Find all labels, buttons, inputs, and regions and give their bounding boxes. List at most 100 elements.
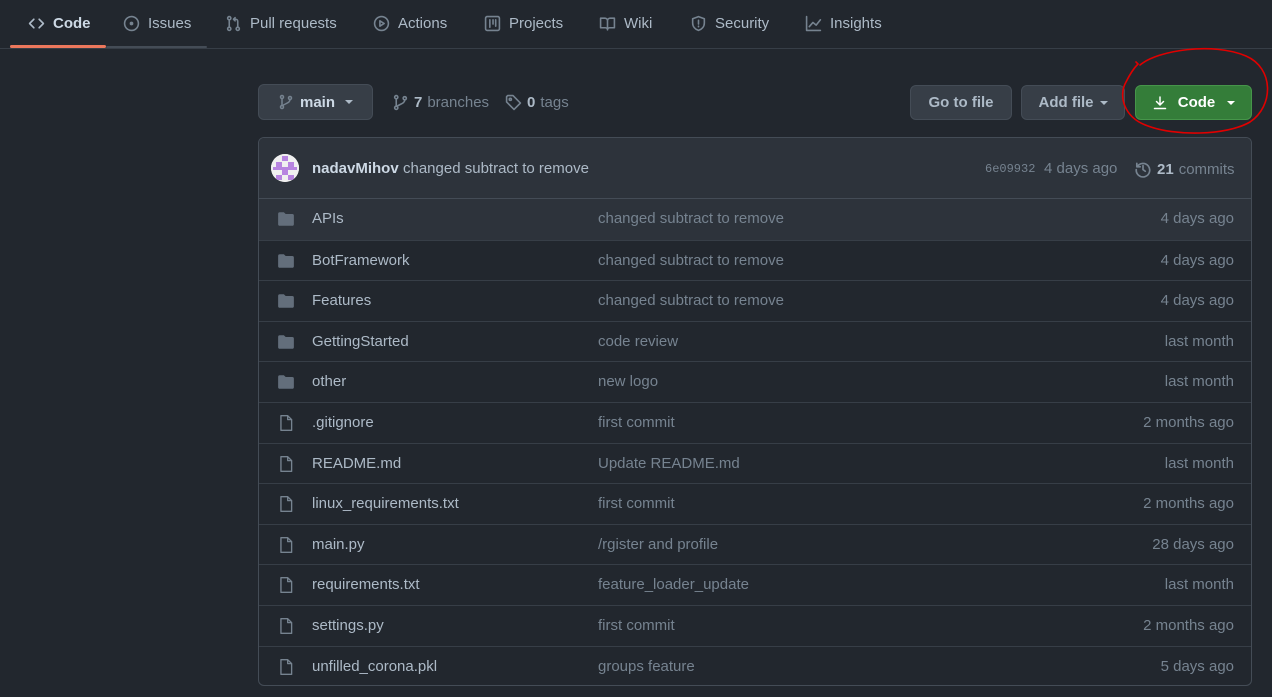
- file-name-link[interactable]: requirements.txt: [312, 576, 420, 593]
- branch-name: main: [299, 93, 335, 111]
- file-commit-message-link[interactable]: first commit: [598, 495, 675, 512]
- file-commit-message-link[interactable]: /rgister and profile: [598, 536, 718, 553]
- file-commit-age: 5 days ago: [1160, 657, 1234, 675]
- tab-insights[interactable]: Insights: [805, 0, 882, 46]
- file-commit-message-link[interactable]: new logo: [598, 373, 658, 390]
- book-icon: [599, 16, 616, 31]
- hover-tab-indicator: [106, 46, 207, 48]
- tags-count: 0: [527, 93, 536, 111]
- tab-wiki[interactable]: Wiki: [599, 0, 652, 46]
- code-button-label: Code: [1177, 94, 1216, 111]
- file-name-link[interactable]: BotFramework: [312, 252, 410, 269]
- directory-row[interactable]: BotFramework changed subtract to remove 4 …: [259, 239, 1251, 281]
- file-commit-message-link[interactable]: Update README.md: [598, 455, 740, 472]
- commit-author-link[interactable]: nadavMihov: [312, 160, 399, 177]
- file-list-box: nadavMihov changed subtract to remove 6e…: [258, 137, 1252, 686]
- file-name-link[interactable]: main.py: [312, 536, 365, 553]
- tab-projects[interactable]: Projects: [484, 0, 563, 46]
- file-commit-age: last month: [1164, 454, 1234, 472]
- folder-icon: [278, 375, 294, 390]
- file-commit-age: 2 months ago: [1143, 413, 1234, 431]
- tab-security-label: Security: [715, 14, 770, 32]
- file-name-link[interactable]: APIs: [312, 210, 344, 227]
- file-commit-age: last month: [1164, 576, 1234, 594]
- file-commit-age: last month: [1164, 332, 1234, 350]
- code-icon: [28, 17, 45, 29]
- directory-row[interactable]: Features changed subtract to remove 4 days…: [259, 280, 1251, 321]
- file-commit-message-link[interactable]: first commit: [598, 414, 675, 431]
- directory-row[interactable]: APIs changed subtract to remove 4 days ago: [259, 199, 1251, 240]
- latest-commit-header: nadavMihov changed subtract to remove 6e…: [259, 138, 1251, 199]
- file-icon: [280, 496, 293, 513]
- file-name-link[interactable]: GettingStarted: [312, 333, 409, 350]
- file-commit-age: last month: [1164, 373, 1234, 391]
- go-to-file-button[interactable]: Go to file: [910, 85, 1012, 120]
- table-icon: [484, 15, 501, 31]
- tab-code-label: Code: [53, 14, 91, 32]
- git-pull-request-icon: [226, 15, 241, 31]
- tags-label: tags: [540, 93, 569, 111]
- folder-icon: [278, 253, 294, 268]
- branches-count: 7: [414, 93, 423, 111]
- file-name-link[interactable]: unfilled_corona.pkl: [312, 658, 437, 675]
- tab-issues[interactable]: Issues: [123, 0, 191, 46]
- branch-select-button[interactable]: main: [258, 84, 373, 120]
- file-icon: [280, 617, 293, 634]
- download-icon: [1153, 95, 1166, 109]
- file-commit-message-link[interactable]: groups feature: [598, 658, 695, 675]
- file-row[interactable]: linux_requirements.txt first commit 2 mont…: [259, 483, 1251, 524]
- repo-nav: Code Issues Pull requests Actions Projec…: [0, 0, 1272, 49]
- active-tab-indicator: [10, 45, 106, 48]
- file-commit-message-link[interactable]: changed subtract to remove: [598, 252, 784, 269]
- file-name-link[interactable]: settings.py: [312, 617, 384, 634]
- tab-actions[interactable]: Actions: [373, 0, 447, 46]
- tags-link[interactable]: 0 tags: [505, 92, 569, 112]
- file-name-link[interactable]: linux_requirements.txt: [312, 495, 459, 512]
- folder-icon: [278, 294, 294, 308]
- file-name-link[interactable]: README.md: [312, 455, 401, 472]
- file-commit-message-link[interactable]: code review: [598, 333, 678, 350]
- file-icon: [280, 414, 293, 431]
- directory-row[interactable]: GettingStarted code review last month: [259, 320, 1251, 362]
- file-row[interactable]: .gitignore first commit 2 months ago: [259, 401, 1251, 443]
- identicon-icon: [271, 154, 299, 182]
- commit-sha-link[interactable]: 6e09932: [985, 162, 1035, 176]
- directory-row[interactable]: other new logo last month: [259, 361, 1251, 402]
- tab-pull-requests[interactable]: Pull requests: [225, 0, 337, 46]
- file-row[interactable]: README.md Update README.md last month: [259, 442, 1251, 484]
- file-commit-message-link[interactable]: changed subtract to remove: [598, 292, 784, 309]
- tab-pull-requests-label: Pull requests: [250, 14, 337, 32]
- commit-count: 21: [1157, 160, 1174, 178]
- file-commit-age: 4 days ago: [1160, 251, 1234, 269]
- file-commit-age: 2 months ago: [1143, 616, 1234, 634]
- file-commit-age: 28 days ago: [1152, 535, 1234, 553]
- file-row[interactable]: main.py/rgister and profile 28 days ago: [259, 523, 1251, 565]
- shield-icon: [691, 15, 706, 31]
- file-name-link[interactable]: .gitignore: [312, 414, 374, 431]
- avatar[interactable]: [271, 154, 299, 182]
- tab-actions-label: Actions: [398, 14, 448, 32]
- file-icon: [280, 658, 293, 675]
- commit-message-link[interactable]: changed subtract to remove: [403, 160, 589, 177]
- file-commit-message-link[interactable]: feature_loader_update: [598, 576, 749, 593]
- add-file-button[interactable]: Add file: [1021, 85, 1125, 120]
- history-icon: [1135, 162, 1151, 178]
- branches-link[interactable]: 7 branches: [392, 92, 489, 112]
- tab-security[interactable]: Security: [690, 0, 769, 46]
- branches-label: branches: [427, 93, 490, 111]
- file-commit-message-link[interactable]: changed subtract to remove: [598, 210, 784, 227]
- file-commit-message-link[interactable]: first commit: [598, 617, 675, 634]
- file-name-link[interactable]: other: [312, 373, 346, 390]
- code-download-button[interactable]: Code: [1135, 85, 1252, 120]
- file-name-link[interactable]: Features: [312, 292, 371, 309]
- commit-count-label: commits: [1178, 160, 1235, 178]
- tab-code[interactable]: Code: [28, 0, 91, 46]
- file-commit-age: 4 days ago: [1160, 210, 1234, 227]
- file-list: APIs changed subtract to remove 4 days ago…: [259, 199, 1251, 685]
- commit-history-link[interactable]: 21 commits: [1134, 160, 1235, 178]
- file-commit-age: 2 months ago: [1143, 495, 1234, 513]
- go-to-file-label: Go to file: [928, 94, 994, 111]
- file-row[interactable]: unfilled_corona.pkl groups feature 5 days …: [259, 645, 1251, 685]
- file-row[interactable]: settings.py first commit 2 months ago: [259, 604, 1251, 646]
- file-row[interactable]: requirements.txt feature_loader_update las…: [259, 564, 1251, 605]
